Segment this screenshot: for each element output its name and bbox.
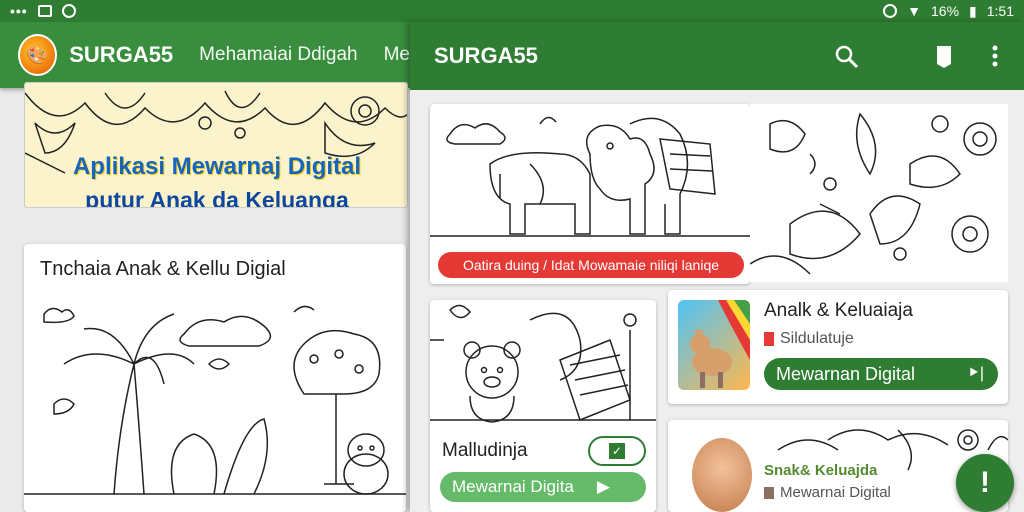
app1-install-button[interactable]: Mewarnan Digital ⯈| <box>764 358 998 390</box>
check-icon: ✓ <box>609 443 625 459</box>
wifi-icon: ▼ <box>907 3 921 19</box>
right-app-title: SURGA55 <box>434 43 538 68</box>
alarm-icon <box>883 4 898 18</box>
app2-title: Snak& Keluajda <box>764 462 878 479</box>
coloring-page-card[interactable]: Tnchaia Anak & Kellu Digial <box>24 244 406 512</box>
featured-coloring-card[interactable]: Oatira duing / Idat Mowamaie niliqi lani… <box>430 104 750 284</box>
app1-subtitle: Sildulatuje <box>764 330 854 348</box>
app2-subtitle-text: Mewarnai Digital <box>780 484 891 501</box>
bear-card-toggle[interactable]: ✓ <box>588 436 646 466</box>
flower-leaves-illustration <box>750 112 997 275</box>
right-app-bar: SURGA55 <box>410 22 1024 90</box>
left-app-title: SURGA55 <box>69 42 174 67</box>
status-bar: ••• ▼ 16% ▮ 1:51 <box>0 0 1024 22</box>
app-listing-card-2[interactable]: Snak& Keluajda Mewarnai Digital <box>668 420 1008 512</box>
featured-caption-pill[interactable]: Oatira duing / Idat Mowamaie niliqi lani… <box>438 252 744 278</box>
app1-button-label: Mewarnan Digital <box>776 363 916 384</box>
promo-banner[interactable]: Aplikasi Mewarnaj Digital putur Anak da … <box>24 82 408 208</box>
app1-title: Analk & Keluaiaja <box>764 300 913 321</box>
publisher-icon <box>764 487 774 500</box>
tab-next[interactable]: Me <box>384 44 410 66</box>
battery-icon: ▮ <box>969 2 977 19</box>
elephant-coloring-illustration <box>430 116 750 237</box>
banner-subheadline: putur Anak da Keluanga <box>85 187 349 208</box>
bear-coloring-illustration <box>430 304 656 423</box>
right-pane: SURGA55 Oatira duing / Idat Mowamaie nil… <box>410 22 1024 512</box>
battery-text: 16% <box>931 3 960 19</box>
skip-forward-icon: ⯈| <box>967 365 984 382</box>
search-icon[interactable] <box>834 44 860 70</box>
jungle-coloring-illustration <box>24 305 406 495</box>
tab-mewarnai-digital[interactable]: Mehamaiai Ddigah <box>199 44 357 66</box>
sync-notification-icon <box>61 4 76 18</box>
bookmark-icon[interactable] <box>934 44 954 70</box>
clock-time: 1:51 <box>986 3 1014 19</box>
banner-headline: Aplikasi Mewarnaj Digital <box>72 153 362 180</box>
donkey-rainbow-icon <box>690 300 750 388</box>
more-options-icon[interactable] <box>990 44 1000 70</box>
app2-subtitle: Mewarnai Digital <box>764 484 891 501</box>
app-logo[interactable]: 🎨 <box>18 34 58 76</box>
bear-card-button[interactable]: Mewarnai Digita ▶ <box>440 472 646 502</box>
publisher-icon <box>764 331 774 346</box>
play-arrow-icon: ▶ <box>596 477 610 496</box>
app-thumbnail-animals <box>678 300 750 390</box>
image-notification-icon <box>37 5 52 17</box>
floral-side-panel <box>750 104 1008 282</box>
bear-coloring-card[interactable]: Malludinja ✓ Mewarnai Digita ▶ <box>430 300 656 512</box>
app1-subtitle-text: Sildulatuje <box>780 330 854 347</box>
app-listing-card-1[interactable]: Analk & Keluaiaja Sildulatuje Mewarnan D… <box>668 290 1008 404</box>
bear-card-button-label: Mewarnai Digita <box>452 477 574 496</box>
bear-card-title: Malludinja <box>442 440 528 461</box>
notification-dots: ••• <box>10 3 28 19</box>
floating-action-button[interactable]: ! <box>956 454 1014 512</box>
left-app-bar: 🎨 SURGA55 Mehamaiai Ddigah Me <box>0 22 410 88</box>
child-photo <box>692 438 752 512</box>
coloring-card-title: Tnchaia Anak & Kellu Digial <box>40 258 286 280</box>
